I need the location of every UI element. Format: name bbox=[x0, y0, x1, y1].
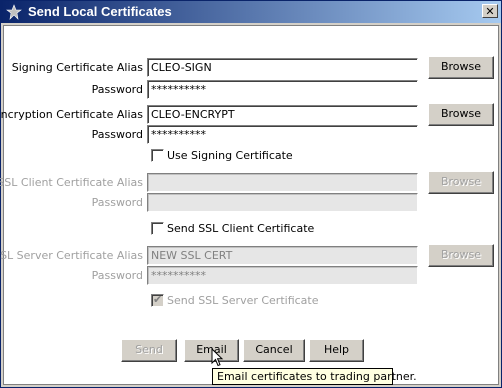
help-button[interactable]: Help bbox=[309, 339, 364, 362]
ssl-server-password-label: Password bbox=[91, 269, 143, 282]
send-ssl-server-label: Send SSL Server Certificate bbox=[167, 294, 319, 307]
ssl-client-alias-field[interactable] bbox=[147, 173, 418, 192]
ssl-client-password-label: Password bbox=[91, 196, 143, 209]
use-signing-label: Use Signing Certificate bbox=[167, 149, 293, 162]
email-tooltip: Email certificates to trading partner. bbox=[212, 368, 417, 385]
signing-alias-label: Signing Certificate Alias bbox=[11, 61, 143, 74]
cancel-button[interactable]: Cancel bbox=[243, 339, 305, 362]
signing-alias-field[interactable]: CLEO-SIGN bbox=[147, 58, 418, 77]
signing-password-field[interactable]: ********** bbox=[147, 80, 418, 99]
checkmark-icon: ✔ bbox=[153, 293, 163, 306]
close-button[interactable]: ✕ bbox=[482, 4, 498, 18]
certificate-form: Signing Certificate Alias CLEO-SIGN Brow… bbox=[0, 25, 499, 385]
ssl-client-alias-label: SSL Client Certificate Alias bbox=[0, 176, 143, 189]
ssl-client-browse-button[interactable]: Browse bbox=[428, 171, 494, 194]
send-button[interactable]: Send bbox=[121, 339, 177, 362]
use-signing-checkbox[interactable] bbox=[151, 149, 164, 162]
encryption-password-field[interactable]: ********** bbox=[147, 125, 418, 144]
encryption-alias-field[interactable]: CLEO-ENCRYPT bbox=[147, 105, 418, 124]
ssl-client-password-field[interactable] bbox=[147, 193, 418, 212]
window-title: Send Local Certificates bbox=[28, 4, 172, 19]
send-ssl-server-checkbox[interactable]: ✔ bbox=[151, 293, 164, 307]
app-icon bbox=[6, 4, 22, 20]
signing-password-label: Password bbox=[91, 83, 143, 96]
encryption-password-label: Password bbox=[91, 128, 143, 141]
ssl-server-alias-field[interactable]: NEW SSL CERT bbox=[147, 246, 418, 265]
title-bar[interactable]: Send Local Certificates ✕ bbox=[1, 1, 501, 23]
encryption-browse-button[interactable]: Browse bbox=[428, 103, 494, 126]
send-ssl-client-label: Send SSL Client Certificate bbox=[167, 222, 315, 235]
ssl-server-alias-label: SSL Server Certificate Alias bbox=[0, 249, 143, 262]
signing-browse-button[interactable]: Browse bbox=[428, 56, 494, 79]
send-ssl-client-checkbox[interactable] bbox=[151, 222, 164, 235]
send-local-certificates-dialog: Send Local Certificates ✕ Signing Certif… bbox=[0, 0, 502, 388]
ssl-server-browse-button[interactable]: Browse bbox=[428, 244, 494, 267]
encryption-alias-label: Encryption Certificate Alias bbox=[0, 108, 143, 121]
arrow-cursor-icon bbox=[211, 348, 224, 367]
ssl-server-password-field[interactable]: ********** bbox=[147, 266, 418, 285]
